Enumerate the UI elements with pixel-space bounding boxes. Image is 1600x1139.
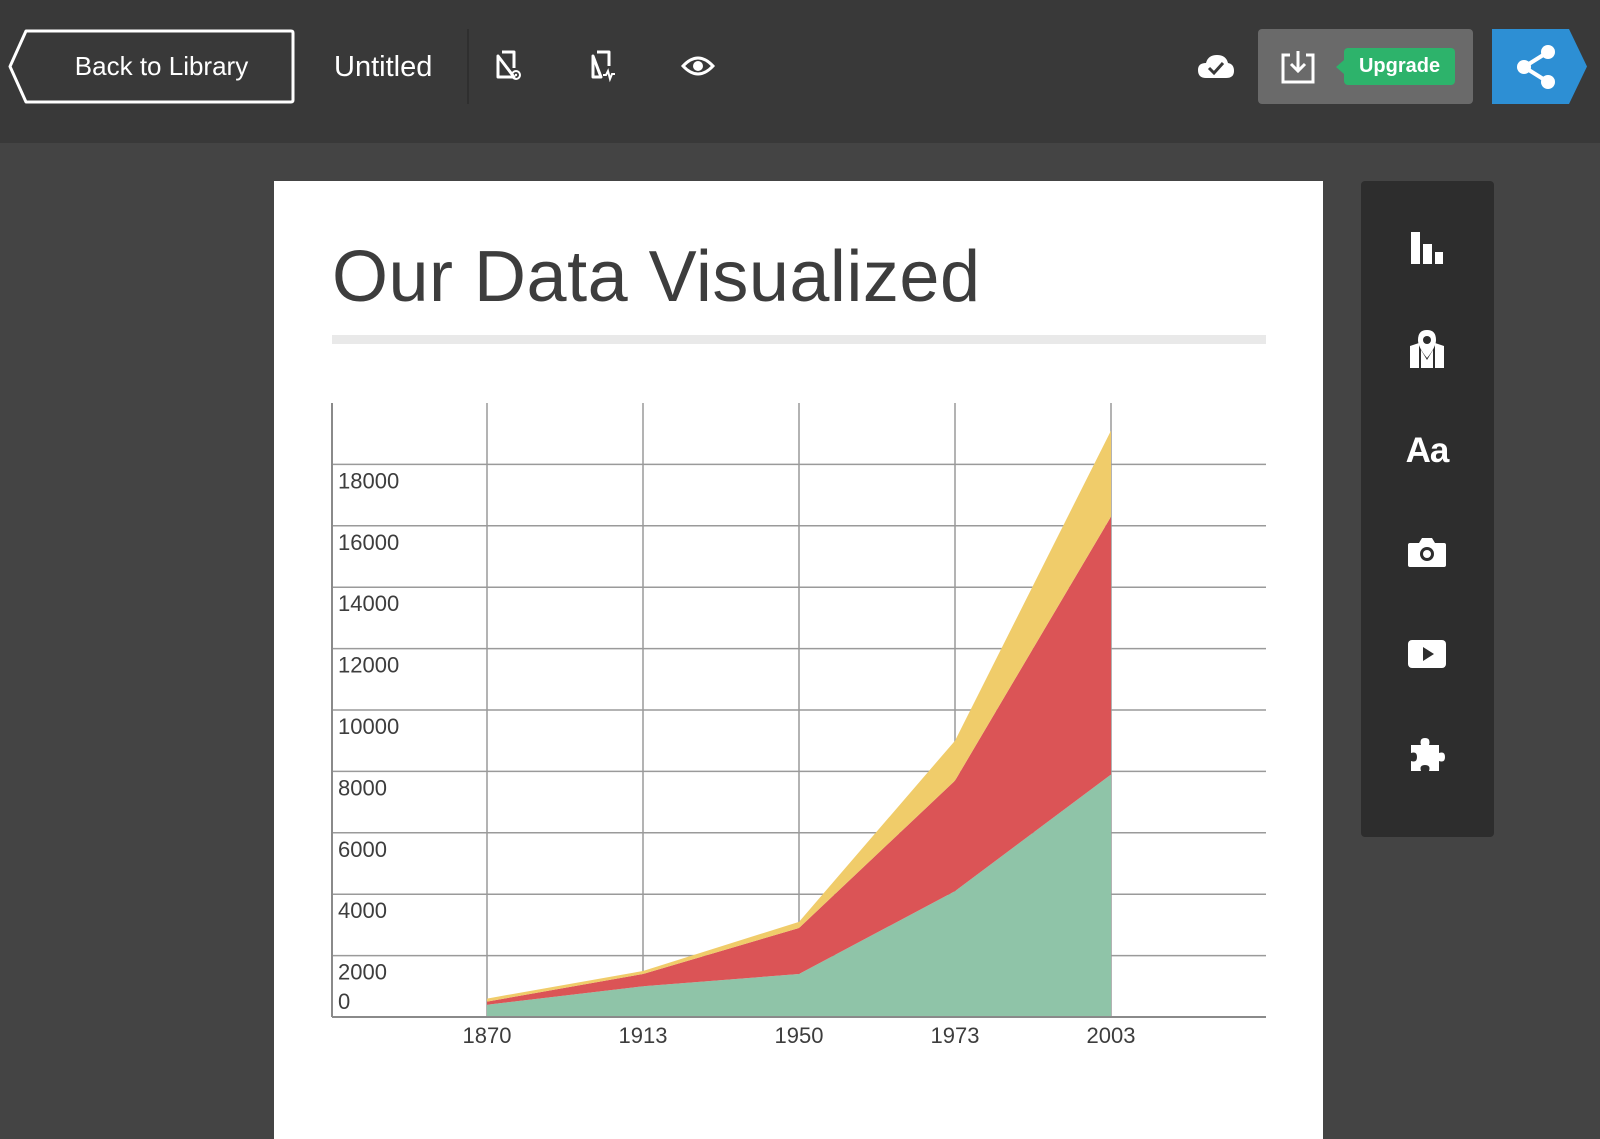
y-tick-label: 4000 (338, 898, 387, 923)
y-tick-label: 14000 (338, 591, 399, 616)
design-canvas[interactable]: Our Data Visualized 0 2000 4000 6000 8000 100… (274, 181, 1323, 1139)
x-tick-label: 1973 (931, 1023, 980, 1048)
back-button-label: Back to Library (74, 51, 249, 81)
download-icon (1281, 51, 1315, 84)
y-tick-label: 2000 (338, 960, 387, 985)
x-tick-label: 1913 (619, 1023, 668, 1048)
back-to-library-button[interactable]: Back to Library (8, 29, 295, 104)
document-title[interactable]: Untitled (334, 45, 432, 89)
share-button[interactable] (1492, 29, 1587, 104)
insert-tool-panel: Aa (1361, 181, 1494, 837)
photo-tool-icon[interactable] (1394, 519, 1460, 585)
top-toolbar: Back to Library Untitled Upgrade (0, 0, 1600, 143)
stacked-area-chart[interactable]: 0 2000 4000 6000 8000 10000 12000 14000 16000 180… (274, 181, 1323, 1139)
toolbar-divider (467, 29, 469, 104)
y-tick-label: 12000 (338, 653, 399, 678)
text-tool-glyph: Aa (1405, 431, 1450, 470)
document-health-icon[interactable] (582, 44, 626, 88)
chart-tool-icon[interactable] (1394, 215, 1460, 281)
x-tick-label: 1870 (463, 1023, 512, 1048)
y-tick-label: 0 (338, 989, 350, 1014)
y-tick-label: 18000 (338, 468, 399, 493)
x-tick-label: 1950 (775, 1023, 824, 1048)
cloud-saved-icon (1192, 44, 1240, 88)
download-button[interactable]: Upgrade (1258, 29, 1473, 104)
document-settings-icon[interactable] (487, 44, 531, 88)
preview-eye-icon[interactable] (676, 44, 720, 88)
y-tick-label: 16000 (338, 530, 399, 555)
x-tick-label: 2003 (1087, 1023, 1136, 1048)
widget-puzzle-icon[interactable] (1394, 722, 1460, 788)
y-tick-label: 8000 (338, 775, 387, 800)
y-tick-label: 10000 (338, 714, 399, 739)
text-tool-icon[interactable]: Aa (1394, 418, 1460, 484)
share-icon (1492, 29, 1587, 104)
upgrade-badge[interactable]: Upgrade (1336, 48, 1455, 85)
map-tool-icon[interactable] (1394, 316, 1460, 382)
y-tick-label: 6000 (338, 837, 387, 862)
video-tool-icon[interactable] (1394, 621, 1460, 687)
